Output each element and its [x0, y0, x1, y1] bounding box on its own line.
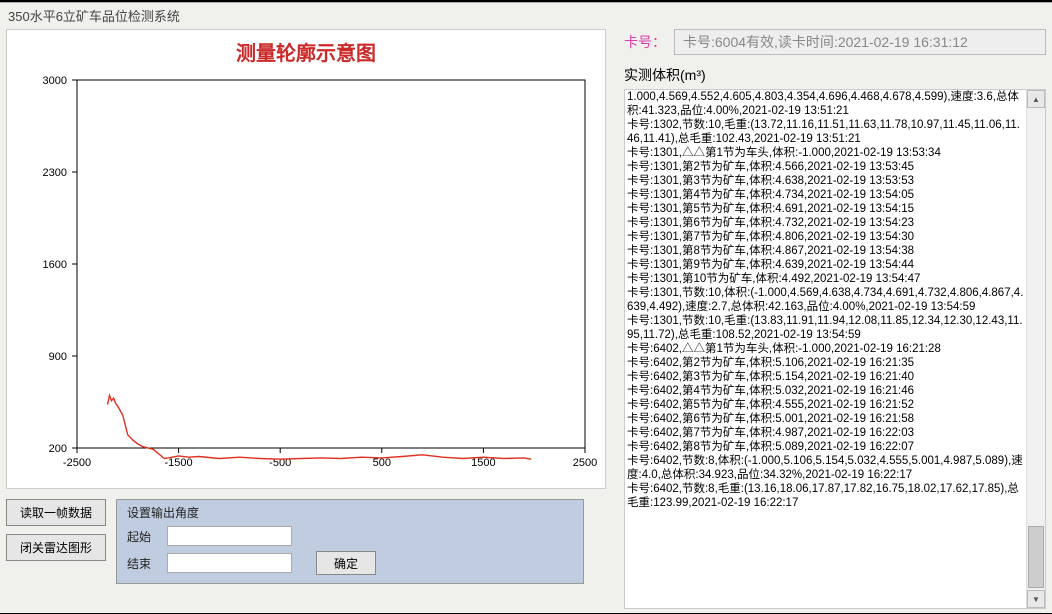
angle-start-input[interactable] — [167, 526, 292, 546]
card-row: 卡号： — [624, 29, 1046, 55]
volume-label: 实测体积(m³) — [624, 65, 1046, 85]
svg-text:-1500: -1500 — [165, 457, 193, 469]
card-input[interactable] — [674, 29, 1046, 55]
close-radar-button[interactable]: 闭关雷达图形 — [6, 534, 106, 561]
svg-text:2500: 2500 — [573, 457, 597, 469]
svg-text:2300: 2300 — [43, 167, 67, 179]
bottom-controls: 读取一帧数据 闭关雷达图形 设置输出角度 起始 结束 确定 — [6, 499, 606, 584]
left-column: 测量轮廓示意图300023001600900200-2500-1500-5005… — [6, 27, 606, 609]
angle-start-row: 起始 — [127, 526, 573, 546]
card-label: 卡号： — [624, 32, 666, 52]
svg-text:200: 200 — [49, 443, 67, 455]
angle-panel: 设置输出角度 起始 结束 确定 — [116, 499, 584, 584]
angle-confirm-button[interactable]: 确定 — [316, 551, 376, 575]
angle-end-label: 结束 — [127, 555, 167, 572]
svg-text:1500: 1500 — [471, 457, 495, 469]
svg-text:-2500: -2500 — [63, 457, 91, 469]
log-panel: 1.000,4.569,4.552,4.605,4.803,4.354,4.69… — [624, 89, 1046, 609]
angle-end-row: 结束 确定 — [127, 551, 573, 575]
scroll-down-button[interactable]: ▼ — [1027, 590, 1045, 608]
svg-text:1600: 1600 — [43, 259, 67, 271]
right-column: 卡号： 实测体积(m³) 1.000,4.569,4.552,4.605,4.8… — [624, 27, 1046, 609]
chart-svg: 测量轮廓示意图300023001600900200-2500-1500-5005… — [7, 30, 605, 488]
content-area: 测量轮廓示意图300023001600900200-2500-1500-5005… — [0, 27, 1052, 609]
scrollbar: ▲ ▼ — [1026, 90, 1045, 608]
chart-panel: 测量轮廓示意图300023001600900200-2500-1500-5005… — [6, 29, 606, 489]
log-text-area[interactable]: 1.000,4.569,4.552,4.605,4.803,4.354,4.69… — [625, 90, 1027, 608]
angle-start-label: 起始 — [127, 528, 167, 545]
svg-text:500: 500 — [373, 457, 391, 469]
left-buttons: 读取一帧数据 闭关雷达图形 — [6, 499, 106, 584]
scroll-thumb[interactable] — [1028, 526, 1044, 588]
app-window: 350水平6立矿车品位检测系统 测量轮廓示意图 3000 2300 1600 900 20… — [0, 2, 1052, 613]
scroll-up-button[interactable]: ▲ — [1027, 90, 1045, 108]
svg-text:测量轮廓示意图: 测量轮廓示意图 — [236, 41, 376, 65]
read-frame-button[interactable]: 读取一帧数据 — [6, 499, 106, 526]
angle-panel-title: 设置输出角度 — [127, 504, 573, 521]
angle-end-input[interactable] — [167, 553, 292, 573]
window-title: 350水平6立矿车品位检测系统 — [0, 3, 1052, 27]
svg-text:900: 900 — [49, 351, 67, 363]
svg-text:3000: 3000 — [43, 75, 67, 87]
